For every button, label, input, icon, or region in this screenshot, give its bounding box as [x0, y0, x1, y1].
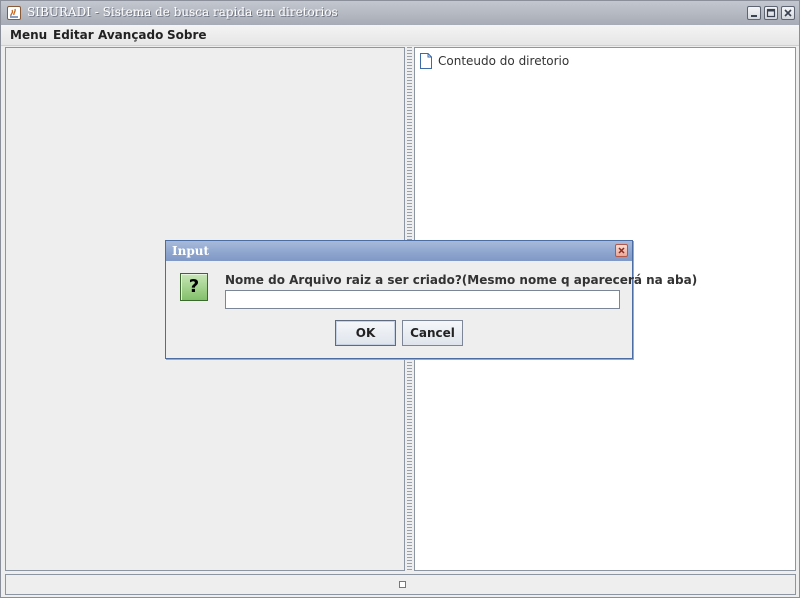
maximize-button[interactable]	[764, 6, 778, 20]
document-icon	[420, 53, 432, 69]
close-window-button[interactable]	[781, 6, 795, 20]
minimize-button[interactable]	[747, 6, 761, 20]
question-glyph: ?	[188, 276, 200, 297]
dialog-close-button[interactable]	[615, 244, 628, 257]
menu-item-editar[interactable]: Editar	[53, 28, 94, 42]
menu-bar: Menu Editar Avançado Sobre	[1, 25, 799, 46]
menu-item-sobre[interactable]: Sobre	[167, 28, 207, 42]
file-name-input[interactable]	[225, 290, 620, 309]
dialog-title: Input	[172, 244, 209, 258]
menu-item-avancado[interactable]: Avançado	[98, 28, 163, 42]
maximize-icon	[766, 8, 776, 18]
java-app-icon[interactable]	[7, 6, 21, 20]
minimize-icon	[751, 15, 757, 17]
dialog-title-bar[interactable]: Input	[166, 241, 632, 261]
resize-handle-icon[interactable]	[399, 581, 406, 588]
close-icon	[618, 247, 625, 254]
tree-root-label: Conteudo do diretorio	[438, 54, 570, 68]
cancel-button[interactable]: Cancel	[402, 320, 463, 346]
menu-item-menu[interactable]: Menu	[10, 28, 47, 42]
input-dialog: Input ? Nome do Arquivo raiz a ser criad…	[165, 240, 697, 359]
prompt-label: Nome do Arquivo raiz a ser criado?(Mesmo…	[225, 273, 698, 287]
window-title-bar[interactable]: SIBURADI - Sistema de busca rapida em di…	[1, 1, 799, 26]
window-title: SIBURADI - Sistema de busca rapida em di…	[27, 5, 338, 19]
status-bar	[5, 574, 796, 595]
question-icon: ?	[180, 273, 208, 301]
ok-button[interactable]: OK	[335, 320, 396, 346]
close-icon	[784, 9, 792, 17]
